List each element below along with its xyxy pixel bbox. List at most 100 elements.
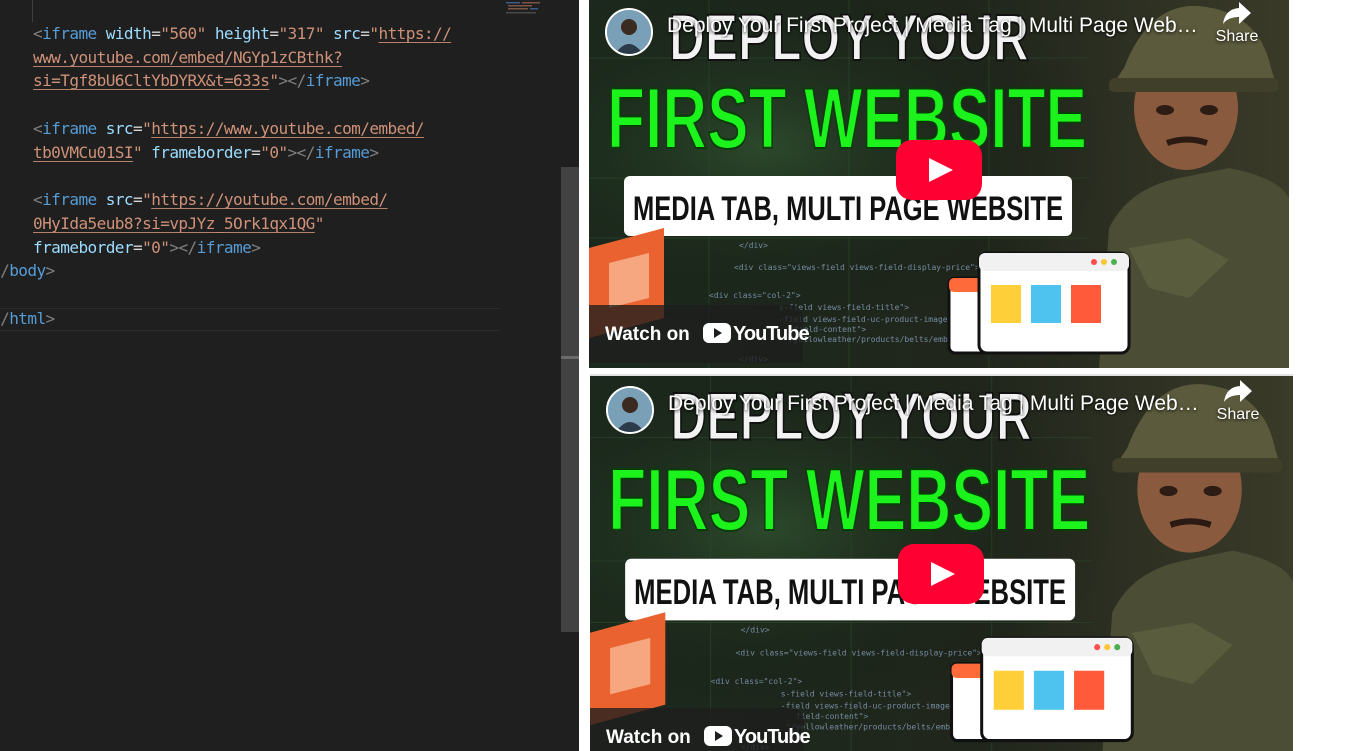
- code-token: ></: [287, 143, 316, 162]
- code-token: ": [132, 143, 143, 162]
- svg-text:s-field views-field-title">: s-field views-field-title">: [781, 688, 911, 698]
- code-token: iframe: [42, 190, 97, 209]
- code-token: "560": [160, 24, 206, 43]
- indent-guide: [32, 0, 33, 22]
- svg-text:"/yellowleather/products/belts: "/yellowleather/products/belts/embossed: [784, 335, 972, 344]
- thumbnail-headline-2: FIRST WEBSITE: [608, 450, 1090, 549]
- code-token: "0": [260, 143, 288, 162]
- code-line: </body>: [0, 259, 55, 283]
- youtube-wordmark: YouTube: [733, 323, 810, 345]
- youtube-logo: YouTube: [704, 726, 811, 748]
- code-token: iframe: [314, 143, 370, 162]
- code-token: frameborder: [33, 238, 134, 257]
- code-token: >: [369, 143, 379, 162]
- code-token: ": [314, 214, 325, 233]
- code-token: ": [142, 190, 152, 209]
- code-token: src: [105, 190, 134, 209]
- browser-preview: </div> <div class="views-field views-fie…: [579, 0, 1364, 751]
- code-token: </: [0, 309, 10, 328]
- play-button[interactable]: [896, 140, 982, 200]
- channel-avatar[interactable]: [605, 8, 653, 56]
- minimap[interactable]: [500, 0, 560, 16]
- video-title[interactable]: Deploy Your First Project | Media Tag | …: [668, 392, 1203, 416]
- code-line: <iframe width="560" height="317" src="ht…: [33, 22, 452, 46]
- code-token: ": [142, 119, 152, 138]
- share-icon: [1223, 2, 1251, 24]
- code-token: width: [105, 24, 152, 43]
- code-token: tb0VMCu01SI: [33, 143, 134, 162]
- code-line: si=Tgf8bU6CltYbDYRX&t=633s"></iframe>: [33, 69, 370, 93]
- code-token: 0HyIda5eub8?si=vpJYz_5Ork1qx1QG: [33, 214, 315, 233]
- code-token: "0": [142, 238, 170, 257]
- code-token: >: [360, 71, 370, 90]
- thumbnail-banner: MEDIA TAB, MULTI PAGE WEBSITE: [634, 574, 1066, 612]
- code-editor[interactable]: <iframe width="560" height="317" src="ht…: [0, 0, 579, 751]
- code-token: =: [151, 24, 161, 43]
- code-line: www.youtube.com/embed/NGYp1zCBthk?: [33, 46, 343, 70]
- code-token: ></: [278, 71, 306, 90]
- code-token: >: [45, 309, 56, 328]
- code-token: si=Tgf8bU6CltYbDYRX&t=633s: [33, 71, 270, 90]
- code-line: tb0VMCu01SI" frameborder="0"></iframe>: [33, 141, 379, 165]
- code-token: iframe: [305, 71, 361, 90]
- svg-text:<div class="col-2">: <div class="col-2">: [711, 676, 803, 686]
- watch-on-youtube-button[interactable]: Watch on YouTube: [590, 708, 811, 751]
- code-token: frameborder: [151, 143, 252, 162]
- code-token: <: [33, 119, 43, 138]
- share-button[interactable]: Share: [1207, 0, 1267, 50]
- play-button[interactable]: [898, 544, 984, 604]
- code-token: www.youtube.com/embed/NGYp1zCBthk?: [33, 48, 343, 67]
- code-token: >: [45, 261, 56, 280]
- current-line-border-bottom: [0, 330, 500, 331]
- code-token: iframe: [42, 119, 97, 138]
- watch-on-label: Watch on: [606, 727, 691, 748]
- share-label: Share: [1215, 28, 1259, 45]
- thumbnail-banner: MEDIA TAB, MULTI PAGE WEBSITE: [633, 190, 1063, 228]
- youtube-logo-icon: [704, 726, 732, 746]
- code-token: >: [251, 238, 261, 257]
- code-token: "317": [278, 24, 324, 43]
- thumbnail-headline-1: DEPLOY YOUR: [670, 379, 1032, 455]
- svg-text:<div class="views-field views-: <div class="views-field views-field-disp…: [736, 647, 982, 657]
- play-icon: [896, 140, 982, 200]
- svg-text:<div class="views-field views-: <div class="views-field views-field-disp…: [734, 263, 980, 272]
- code-token: </: [0, 261, 10, 280]
- code-line: <iframe src="https://youtube.com/embed/: [33, 188, 388, 212]
- youtube-wordmark: YouTube: [734, 726, 811, 748]
- code-token: =: [132, 238, 143, 257]
- code-token: src: [333, 24, 361, 43]
- youtube-logo: YouTube: [703, 323, 810, 345]
- code-token: height: [214, 24, 270, 43]
- youtube-embed-2[interactable]: </div> <div class="views-field views-fie…: [590, 374, 1293, 751]
- channel-avatar[interactable]: [606, 386, 654, 434]
- svg-text:</div>: </div>: [741, 625, 770, 635]
- vertical-scrollbar-thumb[interactable]: [561, 167, 579, 632]
- svg-text:-field views-field-uc-product-: -field views-field-uc-product-image: [781, 701, 950, 711]
- code-token: <: [33, 190, 43, 209]
- svg-text:field-content">: field-content">: [796, 711, 869, 721]
- code-token: <: [33, 24, 43, 43]
- code-token: =: [133, 190, 143, 209]
- thumbnail-headline-2: FIRST WEBSITE: [607, 71, 1087, 167]
- code-token: https://: [378, 24, 452, 43]
- watch-on-youtube-button[interactable]: Watch on YouTube: [589, 305, 810, 363]
- watch-on-label: Watch on: [605, 324, 690, 345]
- code-token: iframe: [196, 238, 252, 257]
- code-token: =: [251, 143, 261, 162]
- code-token: iframe: [42, 24, 97, 43]
- code-line: 0HyIda5eub8?si=vpJYz_5Ork1qx1QG": [33, 212, 324, 236]
- youtube-embed-1[interactable]: </div> <div class="views-field views-fie…: [589, 0, 1289, 368]
- code-token: ></: [169, 238, 197, 257]
- code-token: https://www.youtube.com/embed/: [151, 119, 424, 138]
- code-token: html: [9, 309, 46, 328]
- code-line: frameborder="0"></iframe>: [33, 236, 261, 260]
- share-button[interactable]: Share: [1208, 378, 1268, 428]
- video-title[interactable]: Deploy Your First Project | Media Tag | …: [667, 14, 1202, 38]
- youtube-logo-icon: [703, 323, 731, 343]
- current-line-border-top: [0, 308, 500, 309]
- code-token: body: [9, 261, 46, 280]
